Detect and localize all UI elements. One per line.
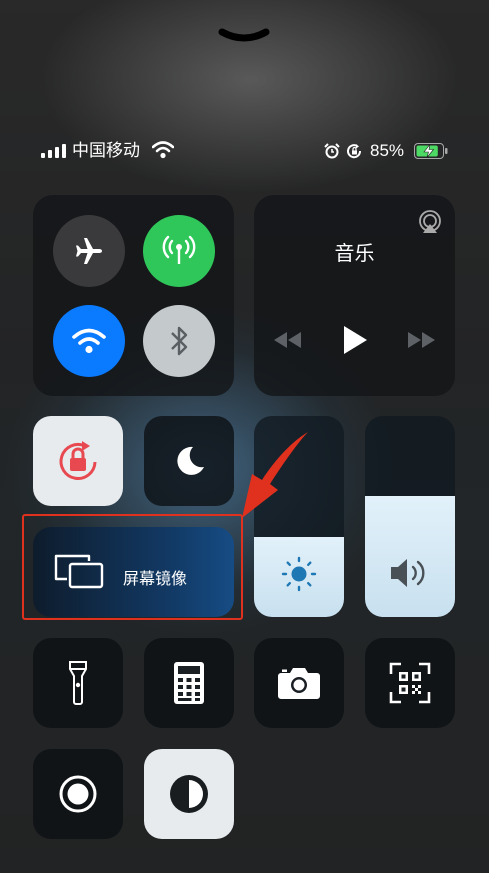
battery-percent: 85% bbox=[370, 141, 405, 160]
wifi-icon bbox=[72, 328, 106, 354]
cellular-antenna-icon bbox=[162, 235, 196, 264]
calculator-icon bbox=[174, 662, 204, 704]
screen-record-icon bbox=[59, 775, 97, 813]
battery-charging-icon bbox=[414, 143, 448, 159]
bluetooth-toggle[interactable] bbox=[143, 305, 215, 377]
play-icon[interactable] bbox=[342, 325, 368, 355]
calculator-button[interactable] bbox=[144, 638, 234, 728]
camera-button[interactable] bbox=[254, 638, 344, 728]
flashlight-icon bbox=[69, 661, 87, 705]
next-icon[interactable] bbox=[405, 329, 437, 351]
moon-icon bbox=[177, 446, 204, 475]
airplane-mode-toggle[interactable] bbox=[53, 215, 125, 287]
alarm-icon bbox=[324, 143, 340, 159]
qr-scanner-button[interactable] bbox=[365, 638, 455, 728]
cellular-data-toggle[interactable] bbox=[143, 215, 215, 287]
connectivity-panel bbox=[33, 195, 234, 396]
brightness-icon bbox=[281, 556, 317, 592]
volume-slider[interactable] bbox=[365, 416, 455, 617]
signal-icon bbox=[41, 144, 66, 158]
bluetooth-icon bbox=[171, 326, 188, 356]
previous-icon[interactable] bbox=[272, 329, 304, 351]
orientation-lock-toggle[interactable] bbox=[33, 416, 123, 506]
screen-record-button[interactable] bbox=[33, 749, 123, 839]
qr-scanner-icon bbox=[389, 662, 431, 704]
annotation-arrow-icon bbox=[242, 432, 308, 518]
music-title: 音乐 bbox=[334, 243, 375, 265]
wifi-status-icon bbox=[152, 141, 174, 159]
music-panel[interactable]: 音乐 bbox=[254, 195, 455, 396]
wifi-toggle[interactable] bbox=[53, 305, 125, 377]
airplane-icon bbox=[76, 238, 102, 264]
camera-icon bbox=[278, 668, 320, 699]
dismiss-chevron-icon[interactable] bbox=[218, 26, 270, 48]
carrier-name: 中国移动 bbox=[72, 141, 140, 160]
orientation-lock-icon bbox=[347, 144, 362, 159]
dark-mode-toggle[interactable] bbox=[144, 749, 234, 839]
do-not-disturb-toggle[interactable] bbox=[144, 416, 234, 506]
orientation-lock-icon bbox=[59, 441, 97, 480]
annotation-highlight-box bbox=[22, 514, 243, 620]
dark-mode-icon bbox=[170, 775, 208, 813]
airplay-icon[interactable] bbox=[417, 209, 443, 235]
volume-icon bbox=[391, 559, 425, 587]
flashlight-button[interactable] bbox=[33, 638, 123, 728]
